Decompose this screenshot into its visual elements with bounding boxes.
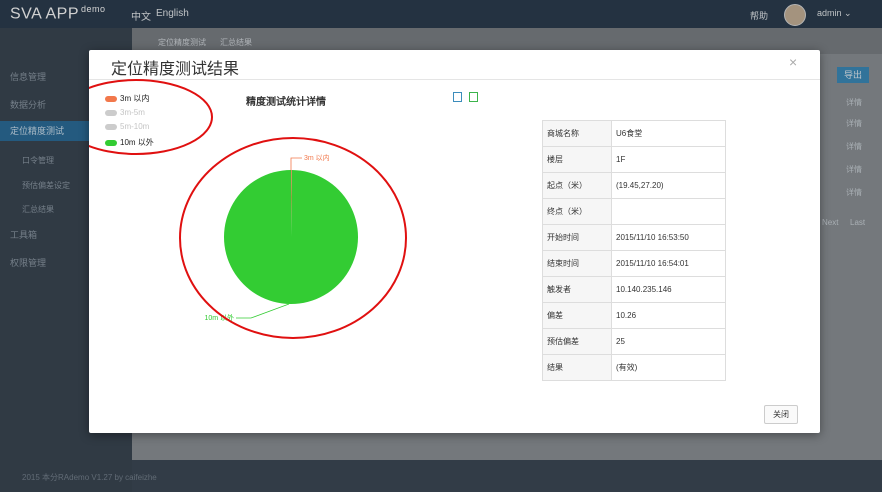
table-key: 偏差 bbox=[542, 302, 612, 329]
slice-label: 3m 以内 bbox=[304, 153, 330, 162]
table-key: 触发者 bbox=[542, 276, 612, 303]
table-key: 开始时间 bbox=[542, 224, 612, 251]
table-key: 商城名称 bbox=[542, 120, 612, 147]
table-value: 25 bbox=[611, 328, 726, 355]
table-key: 楼层 bbox=[542, 146, 612, 173]
slice-label-line bbox=[290, 157, 302, 170]
result-modal: 定位精度测试结果 × 3m 以内 3m-5m 5m-10m 10m 以外 精度测… bbox=[89, 50, 820, 433]
table-key: 起点（米） bbox=[542, 172, 612, 199]
table-value: 2015/11/10 16:54:01 bbox=[611, 250, 726, 277]
table-row: 结果 (有效) bbox=[542, 354, 726, 381]
table-key: 结果 bbox=[542, 354, 612, 381]
table-row: 结束时间 2015/11/10 16:54:01 bbox=[542, 250, 726, 277]
slice-label-line bbox=[236, 303, 290, 319]
table-key: 结束时间 bbox=[542, 250, 612, 277]
table-row: 偏差 10.26 bbox=[542, 302, 726, 329]
table-row: 商城名称 U6食堂 bbox=[542, 120, 726, 147]
table-row: 触发者 10.140.235.146 bbox=[542, 276, 726, 303]
close-button[interactable]: 关闭 bbox=[764, 405, 798, 424]
table-row: 楼层 1F bbox=[542, 146, 726, 173]
table-value: U6食堂 bbox=[611, 120, 726, 147]
table-value: (19.45,27.20) bbox=[611, 172, 726, 199]
table-value: 10.140.235.146 bbox=[611, 276, 726, 303]
table-row: 开始时间 2015/11/10 16:53:50 bbox=[542, 224, 726, 251]
table-row: 预估偏差 25 bbox=[542, 328, 726, 355]
table-value: 1F bbox=[611, 146, 726, 173]
table-value: (有效) bbox=[611, 354, 726, 381]
annotation-circle bbox=[89, 79, 213, 155]
table-key: 终点（米） bbox=[542, 198, 612, 225]
info-table: 商城名称 U6食堂 楼层 1F 起点（米） (19.45,27.20) 终点（米） 开始时间 2… bbox=[542, 120, 726, 381]
table-row: 终点（米） bbox=[542, 198, 726, 225]
table-key: 预估偏差 bbox=[542, 328, 612, 355]
table-value bbox=[611, 198, 726, 225]
table-value: 10.26 bbox=[611, 302, 726, 329]
table-value: 2015/11/10 16:53:50 bbox=[611, 224, 726, 251]
table-row: 起点（米） (19.45,27.20) bbox=[542, 172, 726, 199]
